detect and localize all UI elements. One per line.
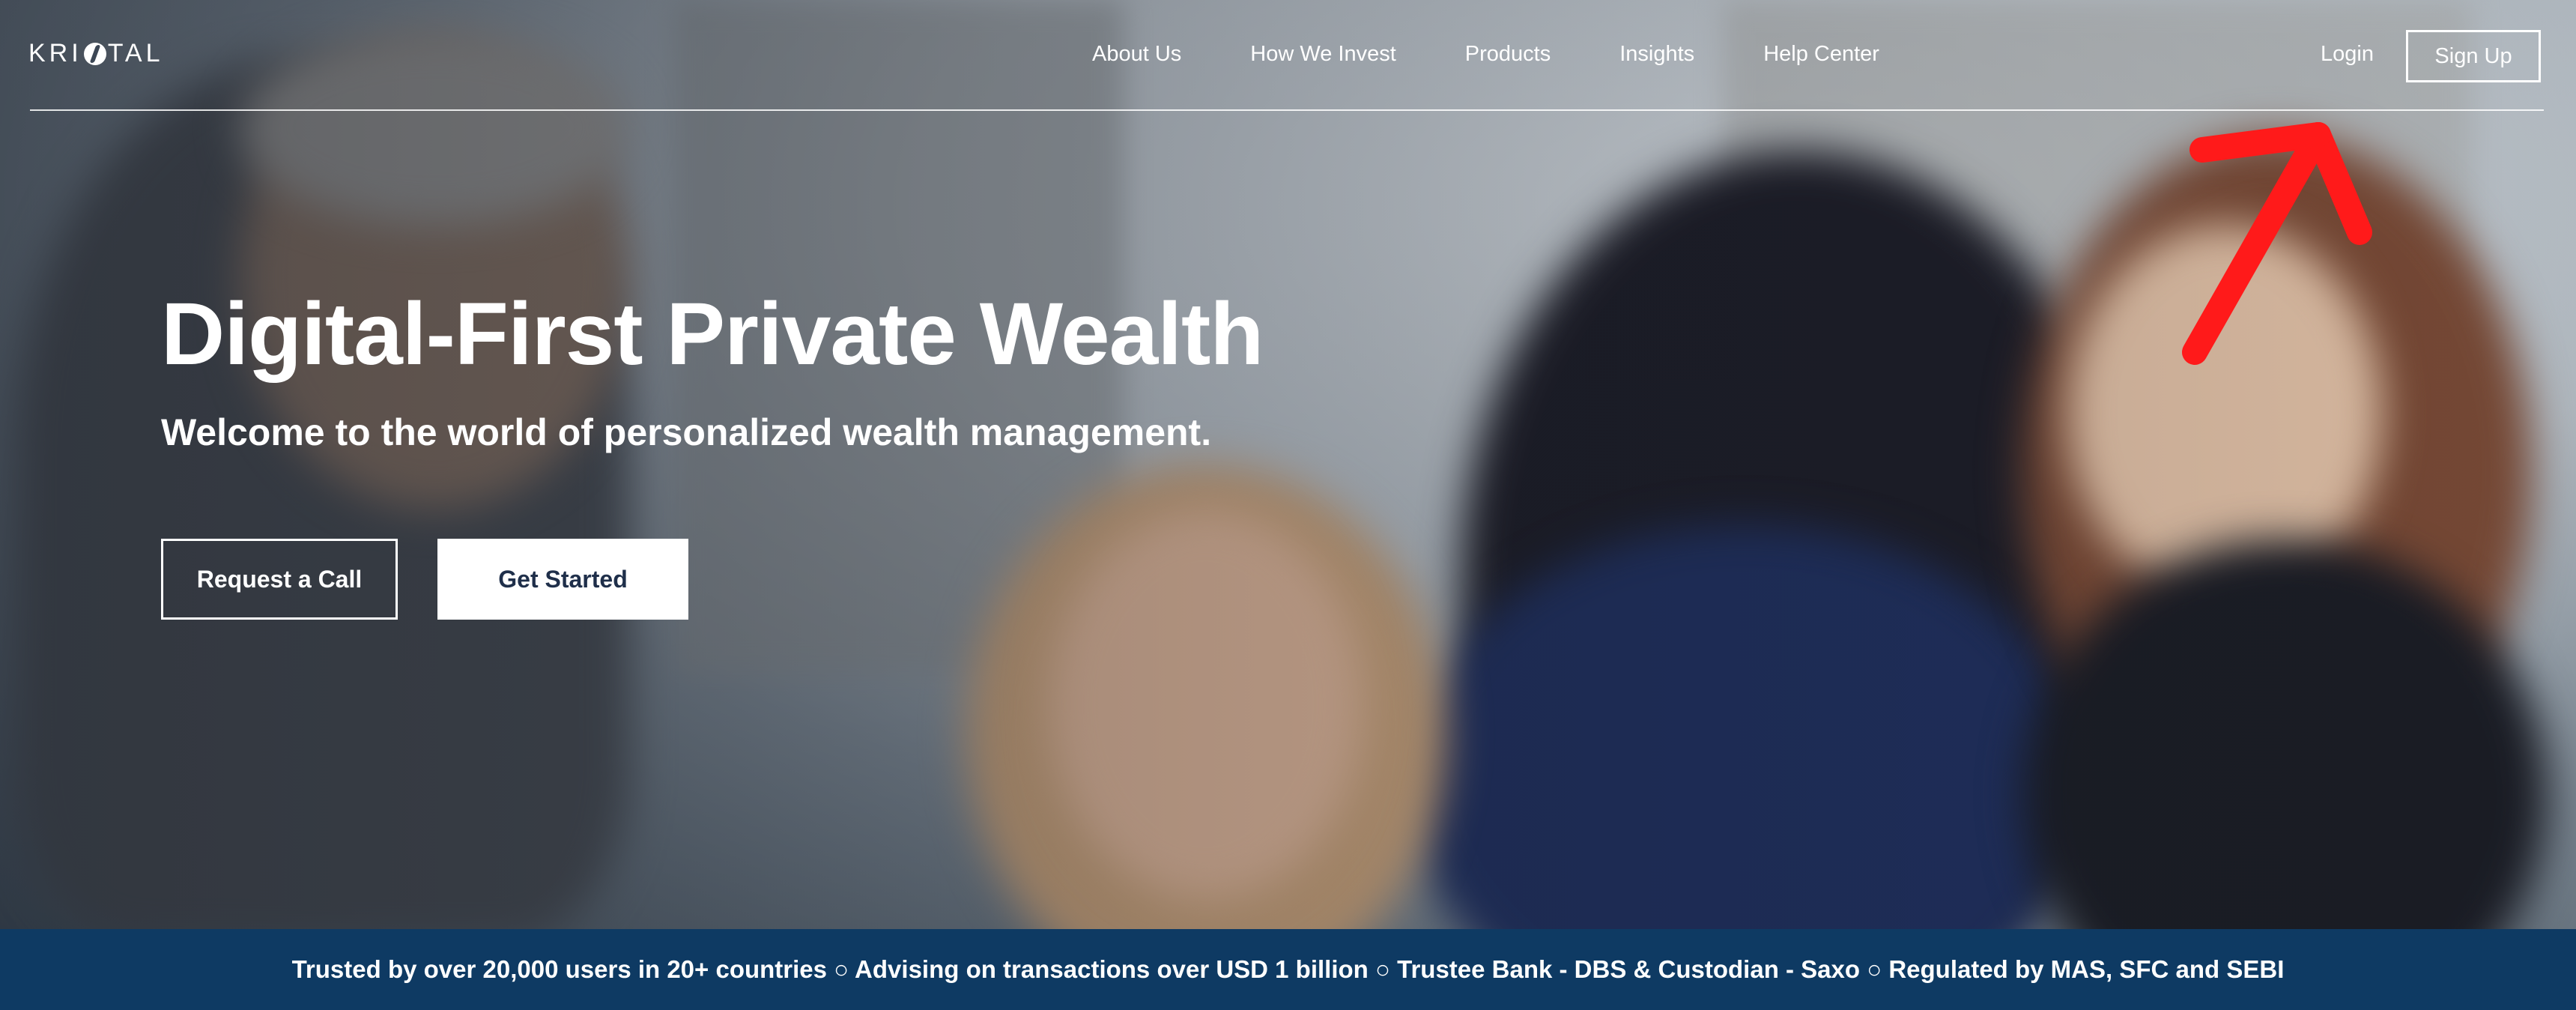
logo-text-left: KRI xyxy=(28,39,82,67)
nav-divider xyxy=(30,109,2544,111)
signup-button[interactable]: Sign Up xyxy=(2406,30,2541,82)
hero-subtitle: Welcome to the world of personalized wea… xyxy=(161,411,1212,453)
kristal-logo[interactable]: KRI TAL xyxy=(28,39,164,68)
nav-link-products[interactable]: Products xyxy=(1465,42,1551,67)
nav-link-about-us[interactable]: About Us xyxy=(1092,42,1181,67)
get-started-button[interactable]: Get Started xyxy=(437,539,688,620)
hero-title: Digital-First Private Wealth xyxy=(161,285,1264,384)
nav-link-insights[interactable]: Insights xyxy=(1619,42,1694,67)
nav-link-how-we-invest[interactable]: How We Invest xyxy=(1250,42,1395,67)
trust-bar-text: Trusted by over 20,000 users in 20+ coun… xyxy=(291,955,2285,983)
annotation-arrow-icon xyxy=(2182,122,2372,365)
trust-bar: Trusted by over 20,000 users in 20+ coun… xyxy=(0,929,2576,1010)
nav-link-help-center[interactable]: Help Center xyxy=(1763,42,1879,67)
nav-links: About Us How We Invest Products Insights… xyxy=(1092,42,1948,67)
logo-text-right: TAL xyxy=(107,39,164,67)
logo-mark-icon xyxy=(83,43,106,65)
login-link[interactable]: Login xyxy=(2321,42,2374,67)
request-call-button[interactable]: Request a Call xyxy=(161,539,398,620)
